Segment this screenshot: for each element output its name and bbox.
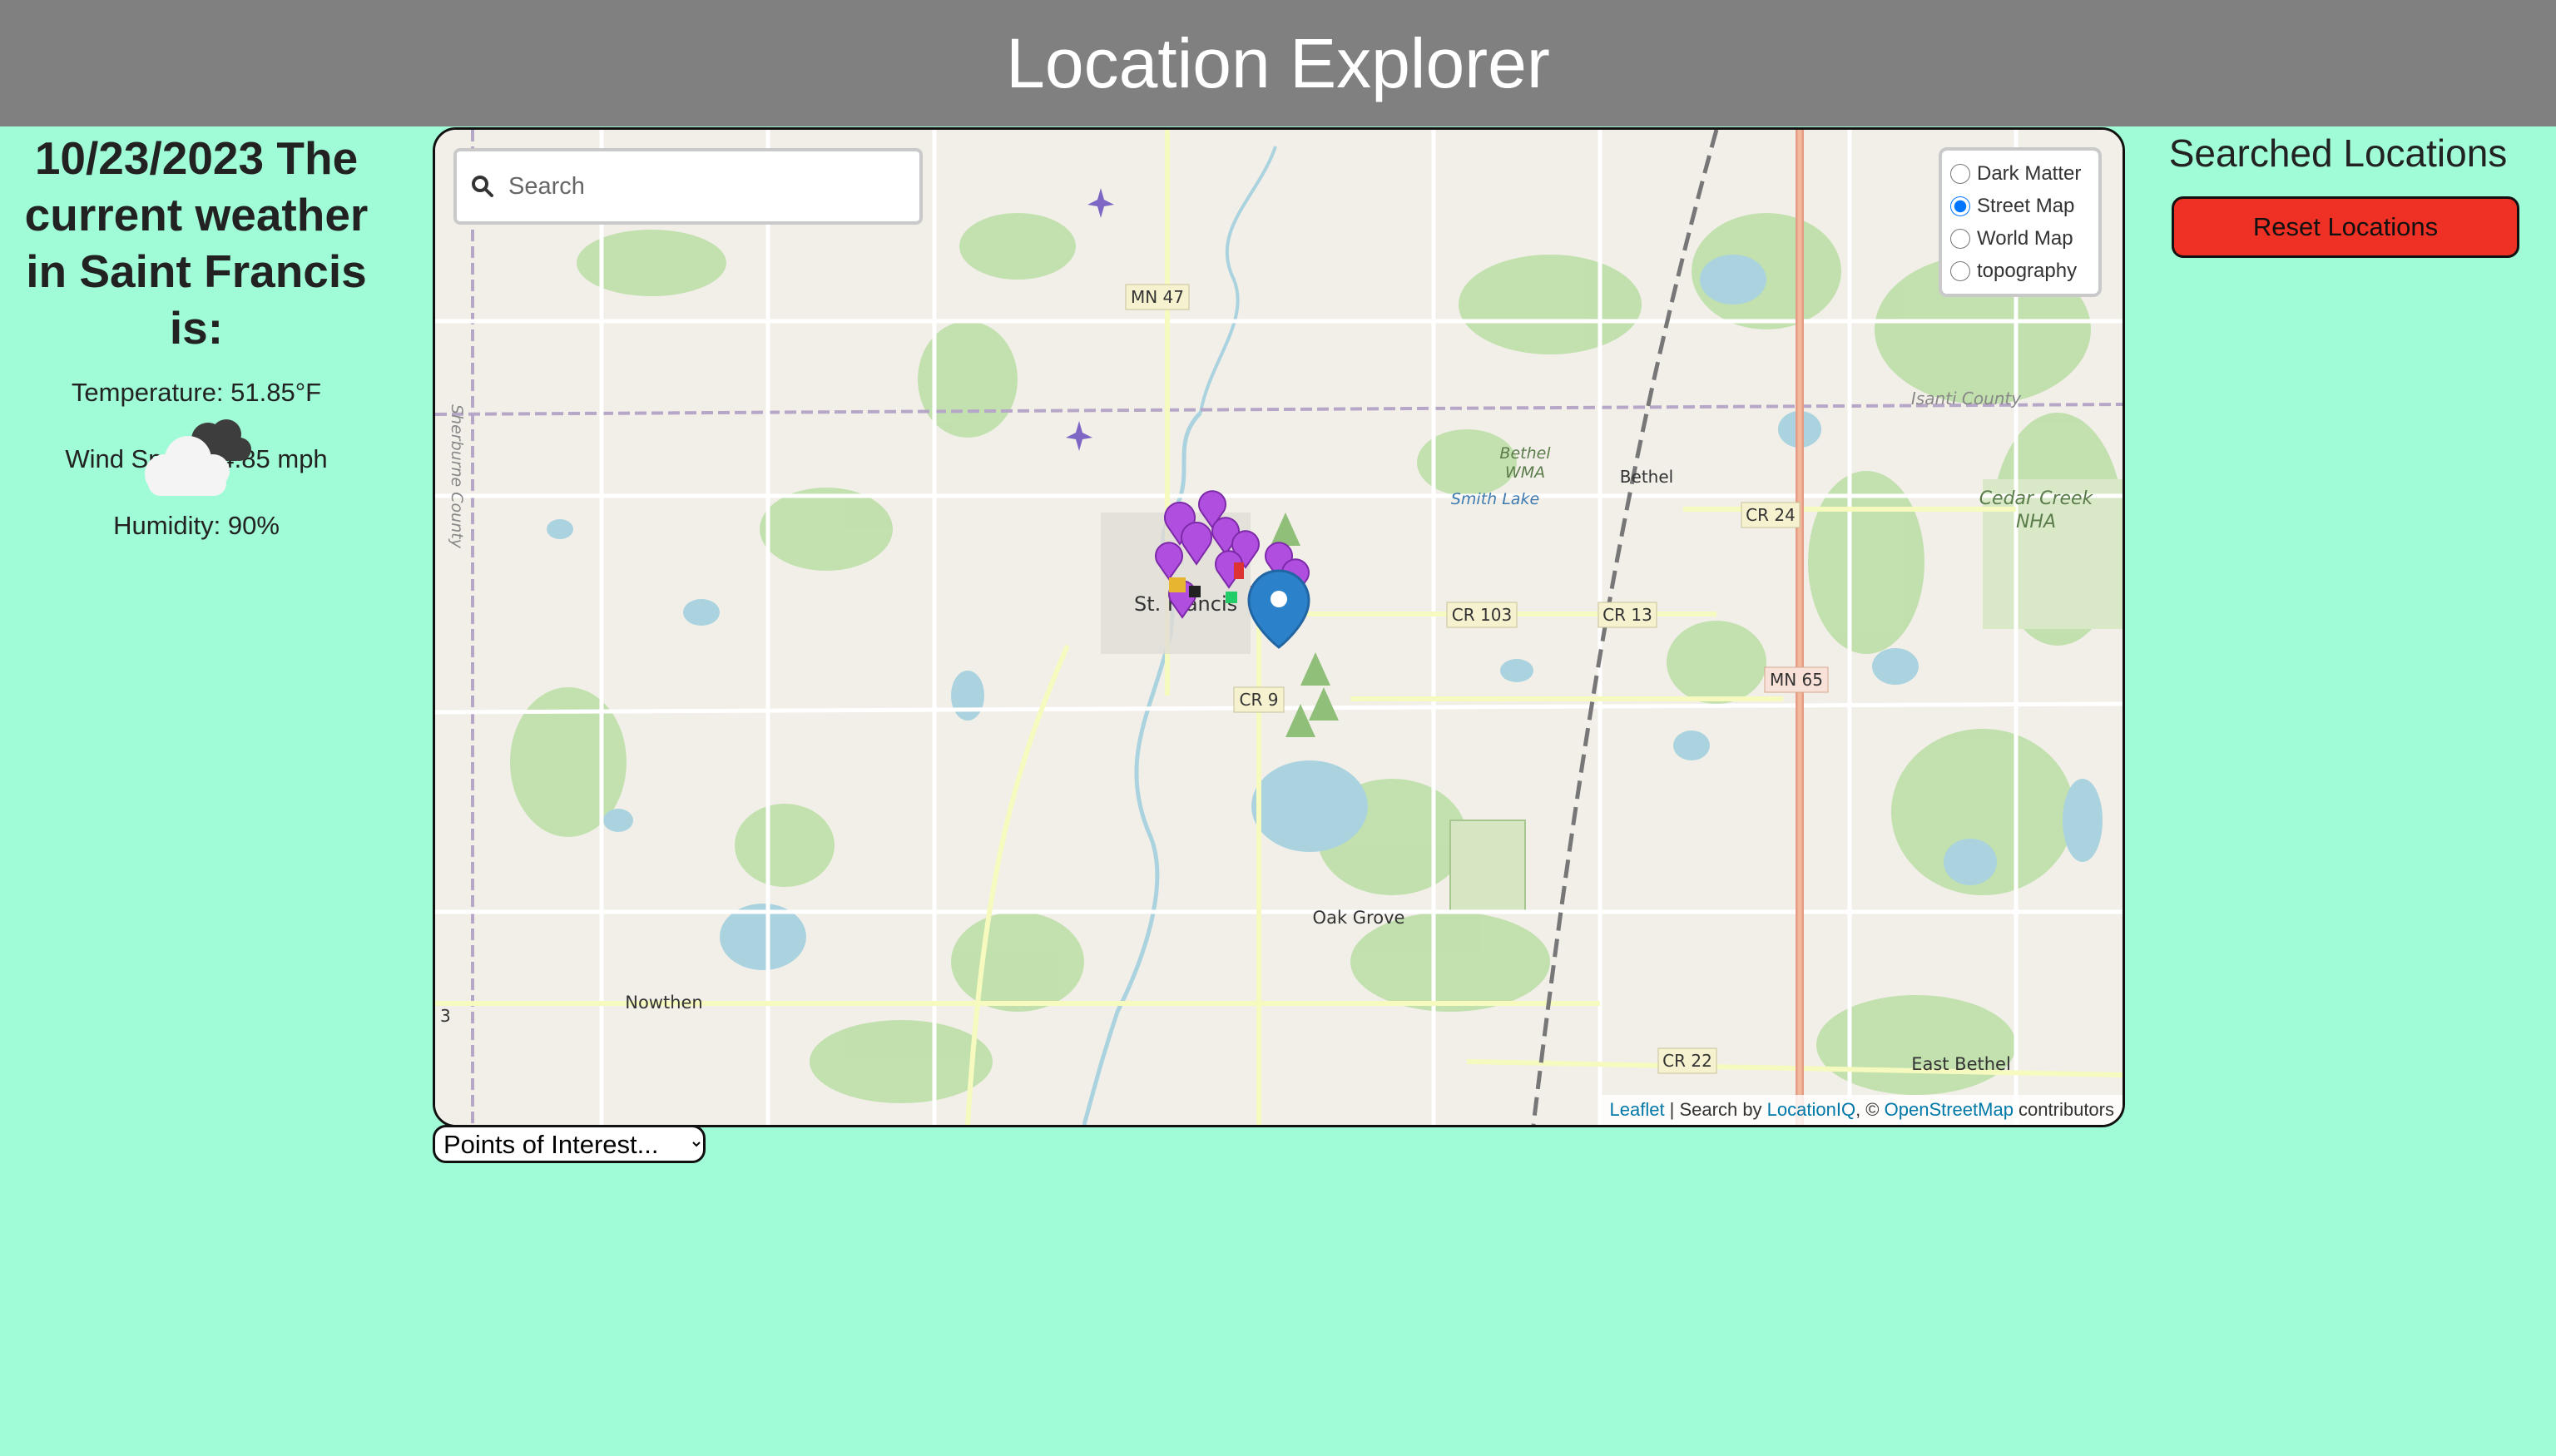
label-sherburne: Sherburne County	[448, 404, 466, 549]
label-cr24: CR 24	[1746, 505, 1796, 525]
locationiq-link[interactable]: LocationIQ	[1767, 1099, 1855, 1120]
label-bethel: Bethel	[1620, 467, 1673, 487]
label-mn47: MN 47	[1131, 287, 1184, 307]
label-cedar-creek-1: Cedar Creek	[1979, 488, 2094, 509]
searched-locations-panel: Searched Locations	[2147, 126, 2529, 176]
label-smith-lake: Smith Lake	[1451, 490, 1539, 508]
layer-option-dark-matter[interactable]: Dark Matter	[1950, 157, 2090, 190]
map-tiles[interactable]: MN 47 Isanti County Bethel WMA Smith Lak…	[435, 130, 2123, 1125]
openstreetmap-link[interactable]: OpenStreetMap	[1885, 1099, 2014, 1120]
search-icon	[472, 176, 493, 197]
layer-option-topography[interactable]: topography	[1950, 255, 2090, 287]
layer-radio-street-map[interactable]	[1950, 196, 1970, 216]
label-nowthen: Nowthen	[625, 993, 703, 1013]
map-view[interactable]: MN 47 Isanti County Bethel WMA Smith Lak…	[433, 127, 2125, 1127]
layer-option-world-map[interactable]: World Map	[1950, 222, 2090, 255]
cloudy-icon	[145, 419, 251, 496]
reset-locations-button[interactable]: Reset Locations	[2172, 196, 2519, 258]
label-bethel-wma-1: Bethel	[1499, 444, 1551, 463]
label-bethel-wma-2: WMA	[1505, 463, 1545, 482]
weather-heading: 10/23/2023 The current weather in Saint …	[24, 132, 369, 354]
label-east-bethel: East Bethel	[1911, 1054, 2011, 1074]
label-cr13: CR 13	[1602, 605, 1652, 625]
layer-radio-topography[interactable]	[1950, 260, 1970, 281]
layer-control[interactable]: Dark Matter Street Map World Map topogra…	[1939, 147, 2102, 297]
searched-locations-title: Searched Locations	[2168, 131, 2508, 175]
app-title: Location Explorer	[1006, 23, 1550, 102]
label-cr9: CR 9	[1240, 690, 1279, 710]
label-mn65: MN 65	[1770, 670, 1823, 690]
temperature-text: Temperature: 51.85°F	[71, 378, 322, 407]
label-isanti: Isanti County	[1911, 389, 2022, 409]
map-search-box[interactable]	[453, 148, 923, 225]
label-cr103: CR 103	[1452, 605, 1512, 625]
layer-radio-dark-matter[interactable]	[1950, 163, 1970, 184]
points-of-interest-dropdown[interactable]: Points of Interest...	[433, 1125, 706, 1163]
map-search-input[interactable]	[507, 171, 893, 201]
label-oak-grove: Oak Grove	[1313, 908, 1405, 928]
layer-option-street-map[interactable]: Street Map	[1950, 190, 2090, 222]
leaflet-link[interactable]: Leaflet	[1610, 1099, 1665, 1120]
app-header: Location Explorer	[0, 0, 2556, 126]
label-left-edge: 3	[440, 1006, 451, 1026]
map-attribution: Leaflet | Search by LocationIQ, © OpenSt…	[1599, 1095, 2123, 1125]
humidity-text: Humidity: 90%	[113, 511, 280, 540]
label-cedar-creek-2: NHA	[2016, 512, 2056, 532]
layer-radio-world-map[interactable]	[1950, 228, 1970, 249]
label-cr22: CR 22	[1662, 1051, 1712, 1071]
